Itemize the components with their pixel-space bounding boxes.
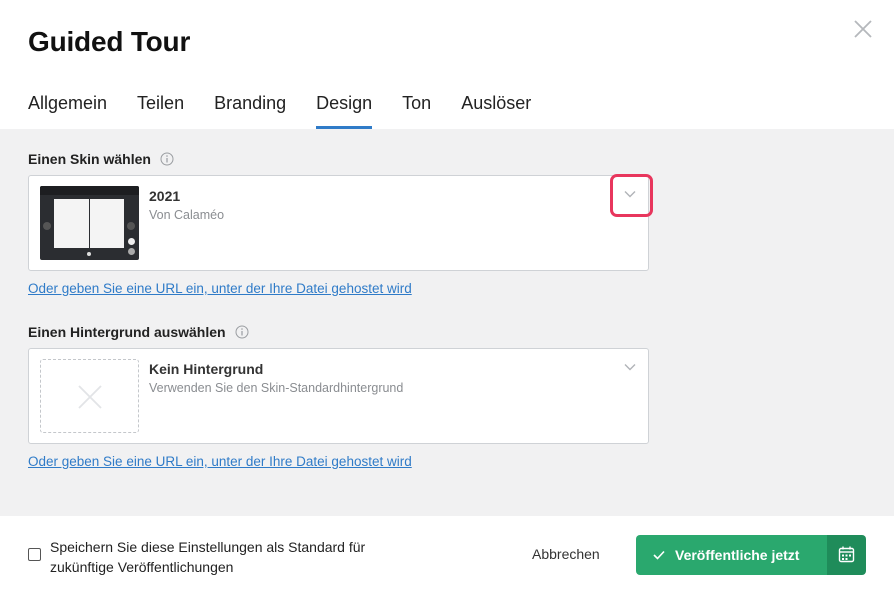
background-selected-subtitle: Verwenden Sie den Skin-Standardhintergru…: [149, 381, 404, 395]
design-panel: Einen Skin wählen 2021 Von Calaméo Oder …: [0, 129, 894, 516]
info-icon: [235, 325, 249, 339]
skin-label-text: Einen Skin wählen: [28, 151, 151, 167]
save-default-checkbox[interactable]: [28, 548, 41, 561]
calendar-icon: [838, 546, 855, 563]
tab-allgemein[interactable]: Allgemein: [28, 92, 107, 129]
save-default-label: Speichern Sie diese Einstellungen als St…: [50, 539, 366, 575]
skin-selected-subtitle: Von Calaméo: [149, 208, 225, 222]
background-selected-title: Kein Hintergrund: [149, 361, 264, 377]
publish-now-label: Veröffentliche jetzt: [675, 547, 800, 563]
skin-selected-title: 2021: [149, 188, 181, 204]
background-preview-placeholder: [40, 359, 139, 433]
dialog-title: Guided Tour: [28, 26, 191, 57]
skin-url-link[interactable]: Oder geben Sie eine URL ein, unter der I…: [28, 281, 412, 296]
dialog-header: Guided Tour Allgemein Teilen Branding De…: [0, 0, 894, 129]
chevron-down-icon[interactable]: [624, 190, 636, 198]
publish-now-button[interactable]: Veröffentliche jetzt: [636, 535, 827, 575]
tab-teilen[interactable]: Teilen: [137, 92, 184, 129]
skin-select[interactable]: 2021 Von Calaméo: [28, 174, 653, 271]
close-icon: [854, 20, 872, 38]
skin-preview-thumbnail: [40, 186, 139, 260]
background-section-label: Einen Hintergrund auswählen: [28, 324, 249, 340]
skin-section-label: Einen Skin wählen: [28, 151, 174, 167]
info-icon: [160, 152, 174, 166]
chevron-down-icon[interactable]: [624, 363, 636, 371]
background-select[interactable]: Kein Hintergrund Verwenden Sie den Skin-…: [28, 348, 649, 444]
schedule-publish-button[interactable]: [827, 535, 866, 575]
tab-ausloeser[interactable]: Auslöser: [461, 92, 531, 129]
background-label-text: Einen Hintergrund auswählen: [28, 324, 226, 340]
background-url-link[interactable]: Oder geben Sie eine URL ein, unter der I…: [28, 454, 412, 469]
tab-bar: Allgemein Teilen Branding Design Ton Aus…: [28, 92, 561, 129]
tab-ton[interactable]: Ton: [402, 92, 431, 129]
tab-branding[interactable]: Branding: [214, 92, 286, 129]
placeholder-x-icon: [78, 385, 102, 409]
dialog-footer: Speichern Sie diese Einstellungen als St…: [0, 516, 894, 597]
check-icon: [653, 550, 665, 560]
close-button[interactable]: [852, 18, 874, 40]
tab-design[interactable]: Design: [316, 92, 373, 129]
cancel-button[interactable]: Abbrechen: [532, 546, 600, 562]
